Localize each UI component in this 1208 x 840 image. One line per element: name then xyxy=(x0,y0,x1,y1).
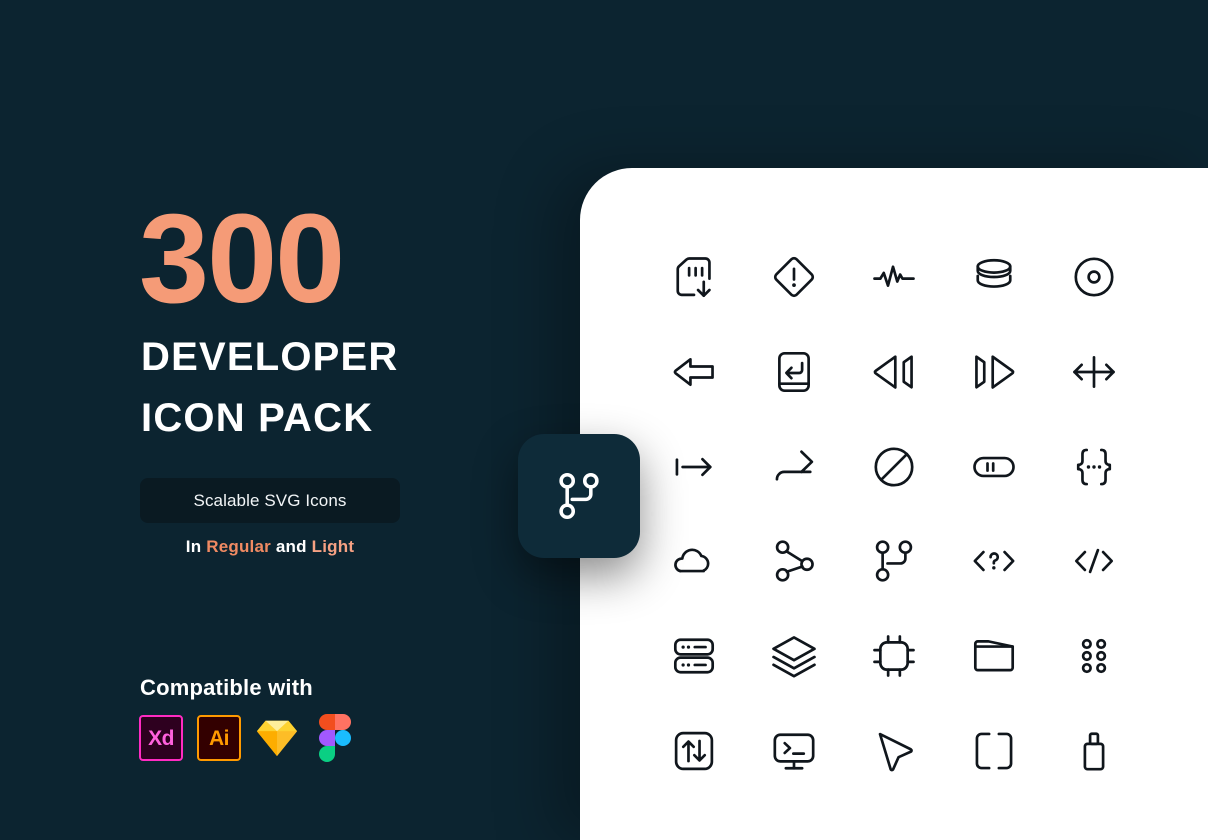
no-entry-icon xyxy=(874,447,914,487)
icon-cell-terminal-monitor[interactable] xyxy=(744,703,844,798)
icon-cell-git-branch[interactable] xyxy=(844,514,944,609)
adobe-illustrator-logo: Ai xyxy=(197,715,241,761)
icon-cell-code-slash[interactable] xyxy=(1044,514,1144,609)
tab-indent-icon xyxy=(675,457,712,476)
folder-icon xyxy=(973,640,1015,672)
icon-cell-rewind[interactable] xyxy=(844,325,944,420)
figma-logo xyxy=(313,714,357,762)
icon-cell-cloud[interactable] xyxy=(644,514,744,609)
subline-style-light: Light xyxy=(311,537,355,556)
scalable-svg-badge-label: Scalable SVG Icons xyxy=(193,490,347,510)
subline-conjunction: and xyxy=(275,537,307,556)
sim-card-download-icon xyxy=(676,257,711,298)
git-branch-icon xyxy=(875,540,913,582)
disc-icon xyxy=(1074,257,1114,297)
compatibility-title: Compatible with xyxy=(140,675,313,700)
icon-grid xyxy=(580,168,1208,840)
adobe-xd-logo: Xd xyxy=(139,715,183,761)
layers-icon xyxy=(772,636,816,678)
enter-key-icon xyxy=(778,351,810,393)
promo-banner: 300 DEVELOPER ICON PACK Scalable SVG Ico… xyxy=(0,0,1208,840)
resize-horizontal-icon xyxy=(1073,356,1115,388)
arrow-left-icon xyxy=(673,357,714,386)
cursor-pointer-icon xyxy=(878,732,913,772)
adobe-illustrator-logo-label: Ai xyxy=(209,726,230,750)
usb-drive-icon xyxy=(1083,732,1105,771)
cpu-chip-icon xyxy=(873,635,915,677)
icon-cell-network-nodes[interactable] xyxy=(744,514,844,609)
pause-toggle-icon xyxy=(973,456,1015,477)
icon-cell-enter-key[interactable] xyxy=(744,325,844,420)
git-branch-icon xyxy=(559,472,599,520)
icon-cell-alert-diamond[interactable] xyxy=(744,230,844,325)
subline-prefix: In xyxy=(185,537,202,556)
icon-cell-database[interactable] xyxy=(944,230,1044,325)
icon-cell-usb-drive[interactable] xyxy=(1044,703,1144,798)
icon-cell-folder[interactable] xyxy=(944,609,1044,704)
cloud-icon xyxy=(674,548,710,573)
icon-cell-resize-horizontal[interactable] xyxy=(1044,325,1144,420)
icon-cell-transfer-vertical[interactable] xyxy=(644,703,744,798)
icon-cell-arrow-left[interactable] xyxy=(644,325,744,420)
terminal-monitor-icon xyxy=(773,733,815,770)
icon-showcase-card xyxy=(580,168,1208,840)
code-question-icon xyxy=(973,551,1015,572)
network-nodes-icon xyxy=(775,540,814,582)
icon-cell-tab-indent[interactable] xyxy=(644,419,744,514)
style-variants-line: In Regular and Light xyxy=(140,537,400,557)
icon-cell-layers[interactable] xyxy=(744,609,844,704)
scalable-svg-badge[interactable]: Scalable SVG Icons xyxy=(140,478,400,523)
icon-cell-redo-arrow[interactable] xyxy=(744,419,844,514)
git-branch-float-badge[interactable] xyxy=(518,434,640,558)
sketch-logo xyxy=(255,715,299,761)
activity-pulse-icon xyxy=(873,265,915,288)
icon-cell-no-entry[interactable] xyxy=(844,419,944,514)
fast-forward-icon xyxy=(975,355,1015,389)
icon-cell-cursor-pointer[interactable] xyxy=(844,703,944,798)
icon-cell-disc[interactable] xyxy=(1044,230,1144,325)
icon-cell-code-question[interactable] xyxy=(944,514,1044,609)
server-rack-icon xyxy=(673,638,715,674)
icon-cell-sim-card-download[interactable] xyxy=(644,230,744,325)
curly-braces-ellipsis-icon xyxy=(1076,448,1112,486)
hero-number: 300 xyxy=(139,188,345,329)
hero-title-line-1: DEVELOPER xyxy=(141,335,399,379)
database-stack-icon xyxy=(976,259,1012,289)
icon-cell-curly-braces-ellipsis[interactable] xyxy=(1044,419,1144,514)
hero-title-line-2: ICON PACK xyxy=(141,396,374,440)
subline-style-regular: Regular xyxy=(206,537,271,556)
redo-arrow-icon xyxy=(775,450,814,481)
icon-cell-fast-forward[interactable] xyxy=(944,325,1044,420)
transfer-vertical-icon xyxy=(674,731,714,770)
alert-diamond-icon xyxy=(773,257,815,298)
icon-cell-brackets[interactable] xyxy=(944,703,1044,798)
adobe-xd-logo-label: Xd xyxy=(148,726,174,750)
icon-cell-dots-grid[interactable] xyxy=(1044,609,1144,704)
code-slash-icon xyxy=(1074,549,1114,574)
rewind-icon xyxy=(873,355,913,389)
icon-cell-activity-pulse[interactable] xyxy=(844,230,944,325)
dots-grid-icon xyxy=(1081,638,1107,674)
icon-cell-pause-toggle[interactable] xyxy=(944,419,1044,514)
compatibility-logo-row: Xd Ai xyxy=(139,714,357,762)
brackets-icon xyxy=(975,732,1013,770)
left-panel: 300 DEVELOPER ICON PACK Scalable SVG Ico… xyxy=(0,0,580,840)
icon-cell-cpu-chip[interactable] xyxy=(844,609,944,704)
icon-cell-server-rack[interactable] xyxy=(644,609,744,704)
